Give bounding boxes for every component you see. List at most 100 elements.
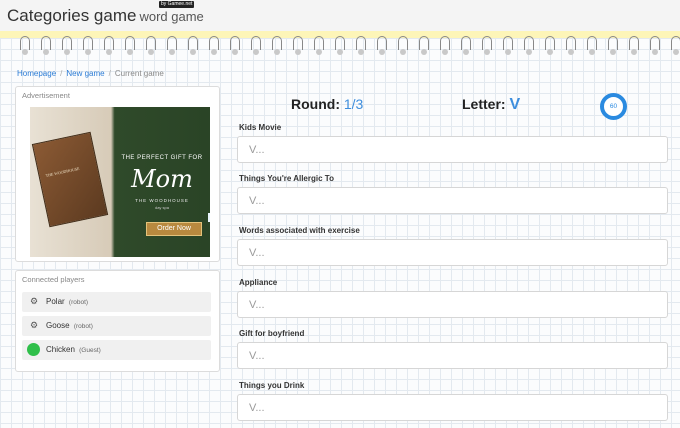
notebook-ring (629, 36, 639, 50)
player-item: ⚙ Polar (robot) (22, 292, 211, 312)
notebook-ring (125, 36, 135, 50)
by-badge[interactable]: by Gamee.net (159, 1, 195, 8)
notebook-hole (64, 49, 70, 55)
notebook-ring (503, 36, 513, 50)
guest-status-dot (27, 343, 40, 356)
notebook-hole (400, 49, 406, 55)
category-input[interactable] (237, 342, 668, 369)
top-bar: Categories game word game by Gamee.net (0, 0, 680, 32)
notebook-ring (83, 36, 93, 50)
notebook-ring (272, 36, 282, 50)
notebook-hole (169, 49, 175, 55)
category-label: Appliance (239, 278, 278, 287)
ad-brand: THE WOODHOUSE (135, 198, 189, 203)
adchoices-icon[interactable]: D▷ (208, 213, 210, 222)
notebook-ring (398, 36, 408, 50)
player-item: Chicken (Guest) (22, 340, 211, 360)
notebook-hole (505, 49, 511, 55)
notebook-ring (482, 36, 492, 50)
notebook-hole (274, 49, 280, 55)
breadcrumb-separator: / (60, 69, 63, 78)
ad-product-image: THE WOODHOUSE (31, 131, 109, 228)
notebook-hole (316, 49, 322, 55)
site-title-text: Categories game (7, 6, 137, 25)
countdown-timer: 60 (600, 93, 627, 120)
site-subtitle: word game (139, 9, 204, 24)
notebook-ring (20, 36, 30, 50)
notebook-hole (85, 49, 91, 55)
breadcrumb-home-link[interactable]: Homepage (17, 69, 56, 78)
notebook-ring (293, 36, 303, 50)
round-label: Round: (291, 96, 340, 112)
notebook-hole (568, 49, 574, 55)
notebook-ring (335, 36, 345, 50)
category-input[interactable] (237, 291, 668, 318)
breadcrumb-current: Current game (114, 69, 164, 78)
notebook-hole (232, 49, 238, 55)
notebook-hole (358, 49, 364, 55)
category-input[interactable] (237, 136, 668, 163)
notebook-hole (379, 49, 385, 55)
robot-icon: ⚙ (30, 320, 39, 330)
notebook-ring (545, 36, 555, 50)
category-label: Things You're Allergic To (239, 174, 334, 183)
notebook-hole (127, 49, 133, 55)
robot-icon: ⚙ (30, 296, 39, 306)
connected-players-title: Connected players (22, 275, 85, 284)
notebook-ring (440, 36, 450, 50)
letter-value: V (509, 96, 521, 113)
notebook-hole (43, 49, 49, 55)
notebook-ring (671, 36, 680, 50)
category-label: Things you Drink (239, 381, 305, 390)
category-label: Kids Movie (239, 123, 282, 132)
category-input[interactable] (237, 239, 668, 266)
connected-players-panel: Connected players ⚙ Polar (robot) ⚙ Goos… (15, 270, 220, 372)
notebook-ring (62, 36, 72, 50)
notebook-ring (377, 36, 387, 50)
notebook-hole (526, 49, 532, 55)
player-name: Goose (robot) (46, 321, 93, 330)
letter-label: Letter: (462, 96, 506, 112)
ad-brand-sub: day spa (154, 205, 169, 210)
notebook-hole (547, 49, 553, 55)
notebook-hole (610, 49, 616, 55)
category-input[interactable] (237, 187, 668, 214)
breadcrumb-new-game-link[interactable]: New game (66, 69, 104, 78)
notebook-hole (148, 49, 154, 55)
notebook-hole (253, 49, 259, 55)
notebook-hole (295, 49, 301, 55)
ad-book-label: THE WOODHOUSE (45, 165, 80, 178)
player-item: ⚙ Goose (robot) (22, 316, 211, 336)
notebook-ring (650, 36, 660, 50)
notebook-ring (188, 36, 198, 50)
notebook-ring (461, 36, 471, 50)
notebook-hole (652, 49, 658, 55)
notebook-ring (356, 36, 366, 50)
notebook-ring (251, 36, 261, 50)
notebook-ring (209, 36, 219, 50)
notebook-ring (524, 36, 534, 50)
ad-headline: Mom (131, 165, 193, 193)
notebook-ring (146, 36, 156, 50)
notebook-ring (587, 36, 597, 50)
ad-tagline: THE PERFECT GIFT FOR (121, 155, 203, 161)
notebook-ring (41, 36, 51, 50)
notebook-hole (589, 49, 595, 55)
notebook-hole (337, 49, 343, 55)
category-label: Words associated with exercise (239, 226, 360, 235)
notebook-hole (484, 49, 490, 55)
site-title[interactable]: Categories game word game (7, 6, 204, 26)
notebook-hole (631, 49, 637, 55)
notebook-rings (0, 36, 680, 60)
notebook-hole (673, 49, 679, 55)
notebook-hole (106, 49, 112, 55)
round-indicator: Round: 1/3 (291, 96, 363, 112)
notebook-hole (190, 49, 196, 55)
notebook-hole (22, 49, 28, 55)
advertisement-label: Advertisement (22, 91, 70, 100)
breadcrumb-separator: / (108, 69, 111, 78)
notebook-ring (167, 36, 177, 50)
ad-banner[interactable]: THE WOODHOUSE THE PERFECT GIFT FOR Mom T… (30, 107, 210, 257)
category-input[interactable] (237, 394, 668, 421)
ad-order-button[interactable]: Order Now (146, 222, 202, 236)
